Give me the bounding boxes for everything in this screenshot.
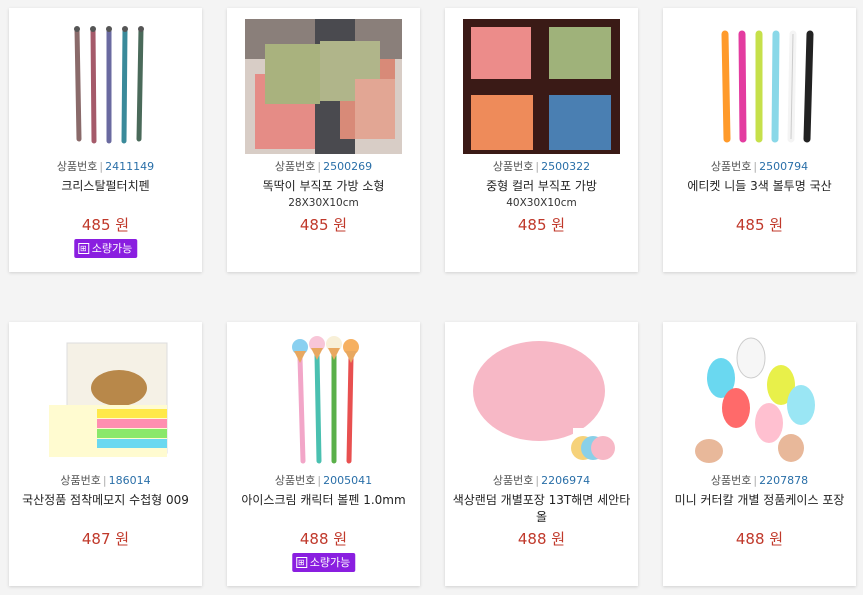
product-image-sticky-memo[interactable] bbox=[27, 333, 184, 468]
product-code: 상품번호 | 2005041 bbox=[274, 474, 373, 487]
product-code: 상품번호 | 2207878 bbox=[710, 474, 809, 487]
product-card[interactable]: 상품번호 | 2500269 똑딱이 부직포 가방 소형 28X30X10cm 485… bbox=[227, 8, 420, 272]
product-card[interactable]: 상품번호 | 2207878 미니 커터칼 개별 정품케이스 포장 488 원 bbox=[663, 322, 856, 586]
product-card[interactable]: 상품번호 | 2206974 색상랜덤 개별포장 13T해면 세안타올 488 원 bbox=[445, 322, 638, 586]
product-card[interactable]: 상품번호 | 2500794 에티켓 니들 3색 볼투명 국산 485 원 bbox=[663, 8, 856, 272]
product-name[interactable]: 크리스탈펄터치펜 bbox=[13, 178, 198, 195]
product-image-pens[interactable] bbox=[27, 19, 184, 154]
product-card[interactable]: 상품번호 | 2005041 아이스크림 캐릭터 볼펜 1.0mm 488 원 ⊞ 소… bbox=[227, 322, 420, 586]
product-image-icecream-pens[interactable] bbox=[245, 333, 402, 468]
product-card[interactable]: 상품번호 | 2500322 중형 컬러 부직포 가방 40X30X10cm 485 … bbox=[445, 8, 638, 272]
product-price: 487 원 bbox=[81, 530, 130, 548]
small-quantity-badge: ⊞ 소량가능 bbox=[291, 553, 356, 572]
product-code: 상품번호 | 2500322 bbox=[492, 160, 591, 173]
product-name[interactable]: 국산정품 점착메모지 수첩형 009 bbox=[13, 492, 198, 509]
product-price: 485 원 bbox=[517, 216, 566, 234]
product-image-multicolor-pens[interactable] bbox=[681, 19, 838, 154]
product-image-mini-cutter[interactable] bbox=[681, 333, 838, 468]
product-price: 488 원 bbox=[735, 530, 784, 548]
product-image-sponge[interactable] bbox=[463, 333, 620, 468]
product-name[interactable]: 미니 커터칼 개별 정품케이스 포장 bbox=[667, 492, 852, 509]
product-code: 상품번호 | 2500794 bbox=[710, 160, 809, 173]
product-name[interactable]: 에티켓 니들 3색 볼투명 국산 bbox=[667, 178, 852, 195]
product-code: 상품번호 | 2500269 bbox=[274, 160, 373, 173]
product-price: 488 원 bbox=[517, 530, 566, 548]
product-code: 상품번호 | 2206974 bbox=[492, 474, 591, 487]
product-price: 485 원 bbox=[81, 216, 130, 234]
product-price: 485 원 bbox=[735, 216, 784, 234]
grid-icon: ⊞ bbox=[295, 556, 307, 568]
product-code: 상품번호 | 2411149 bbox=[56, 160, 155, 173]
product-name[interactable]: 아이스크림 캐릭터 볼펜 1.0mm bbox=[231, 492, 416, 509]
product-price: 488 원 bbox=[299, 530, 348, 548]
product-price: 485 원 bbox=[299, 216, 348, 234]
grid-icon: ⊞ bbox=[77, 242, 89, 254]
product-name[interactable]: 중형 컬러 부직포 가방 40X30X10cm bbox=[449, 178, 634, 212]
product-image-color-bags[interactable] bbox=[463, 19, 620, 154]
product-name[interactable]: 색상랜덤 개별포장 13T해면 세안타올 bbox=[449, 492, 634, 526]
product-image-shopping-bags[interactable] bbox=[245, 19, 402, 154]
product-card[interactable]: 상품번호 | 186014 국산정품 점착메모지 수첩형 009 487 원 bbox=[9, 322, 202, 586]
product-code: 상품번호 | 186014 bbox=[60, 474, 151, 487]
small-quantity-badge: ⊞ 소량가능 bbox=[73, 239, 138, 258]
product-card[interactable]: 상품번호 | 2411149 크리스탈펄터치펜 485 원 ⊞ 소량가능 bbox=[9, 8, 202, 272]
product-name[interactable]: 똑딱이 부직포 가방 소형 28X30X10cm bbox=[231, 178, 416, 212]
